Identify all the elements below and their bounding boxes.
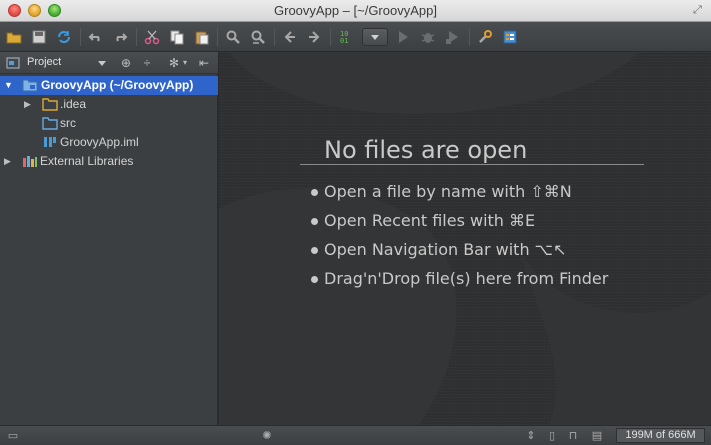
- tree-item-idea[interactable]: ▶ .idea: [0, 95, 218, 114]
- tree-item-src[interactable]: src: [0, 114, 218, 133]
- title-bar: GroovyApp – [~/GroovyApp] ⤢: [0, 0, 711, 22]
- save-icon[interactable]: [30, 28, 48, 46]
- undo-icon[interactable]: [87, 28, 105, 46]
- project-view-selector[interactable]: Project: [27, 56, 61, 68]
- build-icon[interactable]: 10 01: [337, 28, 355, 46]
- gear-dropdown-icon[interactable]: ▾: [177, 55, 193, 71]
- tree-item-external-libraries[interactable]: ▶ External Libraries: [0, 152, 218, 171]
- tree-item-iml[interactable]: GroovyApp.iml: [0, 133, 218, 152]
- sync-icon[interactable]: [55, 28, 73, 46]
- folder-icon: [42, 98, 58, 111]
- hint-item: Drag'n'Drop file(s) here from Finder: [311, 269, 608, 298]
- project-tool-window: Project ⊕ ÷ ✻ ▾ ⇤ ▼ GroovyApp (~/GroovyA…: [0, 52, 218, 425]
- hint-text: Open a file by name with ⇧⌘N: [324, 182, 572, 201]
- title-divider: [300, 164, 644, 165]
- status-bar: ▭ ✺ ⇕ ▯ ⊓ ▤ 199M of 666M: [0, 425, 711, 445]
- memory-indicator[interactable]: 199M of 666M: [616, 428, 705, 443]
- main-toolbar: 10 01: [0, 22, 711, 52]
- fullscreen-icon[interactable]: ⤢: [693, 4, 705, 16]
- expand-arrow-icon[interactable]: ▼: [4, 80, 14, 90]
- editor-hints-list: Open a file by name with ⇧⌘N Open Recent…: [311, 182, 608, 298]
- no-files-open-title: No files are open: [324, 136, 528, 164]
- tree-item-label: GroovyApp.iml: [60, 135, 139, 149]
- project-structure-icon[interactable]: [501, 28, 519, 46]
- tree-item-label: GroovyApp (~/GroovyApp): [41, 78, 194, 92]
- copy-icon[interactable]: [168, 28, 186, 46]
- toggle-tool-windows-icon[interactable]: ▭: [6, 429, 20, 443]
- settings-icon[interactable]: [476, 28, 494, 46]
- position-updown-icon[interactable]: ⇕: [524, 429, 538, 443]
- collapsed-arrow-icon[interactable]: ▶: [4, 156, 14, 166]
- cut-icon[interactable]: [143, 28, 161, 46]
- file-encoding-icon[interactable]: ▯: [545, 429, 559, 443]
- hint-item: Open Navigation Bar with ⌥↖: [311, 240, 608, 269]
- find-icon[interactable]: [224, 28, 242, 46]
- coverage-icon[interactable]: [444, 28, 462, 46]
- libraries-icon: [23, 156, 37, 167]
- iml-file-icon: [44, 137, 56, 147]
- collapsed-arrow-icon[interactable]: ▶: [24, 99, 34, 109]
- hint-item: Open a file by name with ⇧⌘N: [311, 182, 608, 211]
- hint-text: Drag'n'Drop file(s) here from Finder: [324, 269, 609, 288]
- bullet-icon: [311, 247, 318, 254]
- project-view-icon: [6, 57, 20, 69]
- replace-icon[interactable]: [249, 28, 267, 46]
- hint-text: Open Navigation Bar with ⌥↖: [324, 240, 567, 259]
- open-folder-icon[interactable]: [5, 28, 23, 46]
- run-icon[interactable]: [394, 28, 412, 46]
- hint-text: Open Recent files with ⌘E: [324, 211, 536, 230]
- tree-item-label: External Libraries: [40, 154, 134, 168]
- back-icon[interactable]: [281, 28, 299, 46]
- collapse-all-icon[interactable]: ÷: [139, 55, 155, 71]
- chevron-down-icon[interactable]: [98, 61, 106, 66]
- debug-icon[interactable]: [419, 28, 437, 46]
- tree-item-label: src: [60, 116, 76, 130]
- tree-item-label: .idea: [60, 97, 87, 111]
- bullet-icon: [311, 276, 318, 283]
- hide-panel-icon[interactable]: ⇤: [196, 55, 212, 71]
- bullet-icon: [311, 218, 318, 225]
- module-folder-icon: [22, 79, 38, 92]
- hint-item: Open Recent files with ⌘E: [311, 211, 608, 240]
- locate-file-icon[interactable]: ⊕: [118, 55, 134, 71]
- event-log-icon[interactable]: ▤: [590, 429, 604, 443]
- editor-empty-area[interactable]: No files are open Open a file by name wi…: [219, 52, 711, 425]
- paste-icon[interactable]: [193, 28, 211, 46]
- svg-text:01: 01: [340, 37, 348, 45]
- redo-icon[interactable]: [111, 28, 129, 46]
- progress-spinner-icon: ✺: [262, 430, 272, 442]
- source-folder-icon: [42, 117, 58, 130]
- run-config-dropdown[interactable]: [362, 28, 388, 46]
- lock-icon[interactable]: ⊓: [566, 429, 580, 443]
- window-title: GroovyApp – [~/GroovyApp]: [274, 3, 437, 18]
- project-panel-header: Project ⊕ ÷ ✻ ▾ ⇤: [0, 52, 218, 74]
- forward-icon[interactable]: [305, 28, 323, 46]
- tree-item-groovyapp[interactable]: ▼ GroovyApp (~/GroovyApp): [0, 76, 218, 95]
- bullet-icon: [311, 189, 318, 196]
